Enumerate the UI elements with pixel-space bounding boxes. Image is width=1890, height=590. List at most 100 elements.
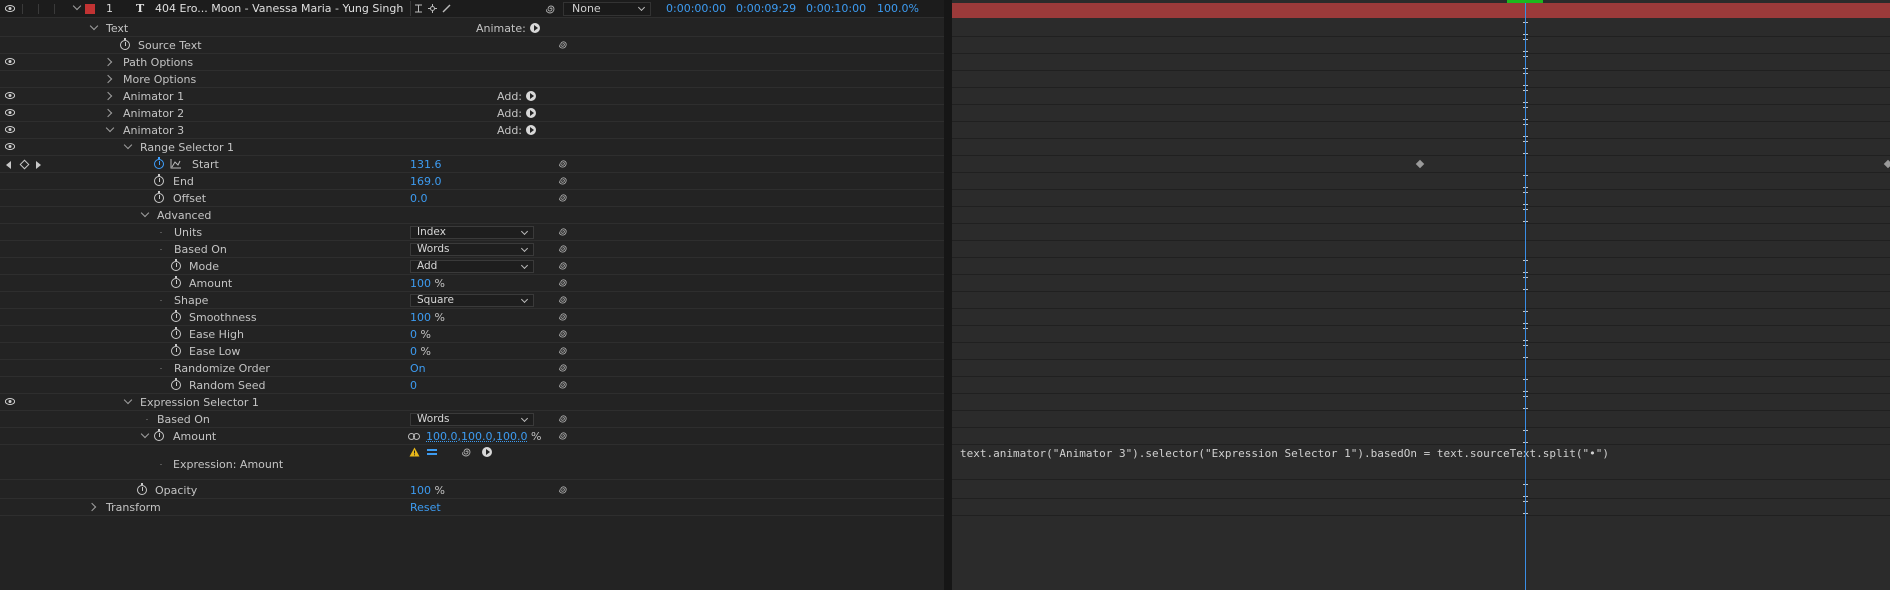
add-play-icon[interactable] [526,108,537,118]
randomize-toggle[interactable]: On [410,360,426,377]
opacity-value[interactable]: 100 % [410,482,445,499]
add-play-icon[interactable] [526,125,537,135]
stopwatch-icon[interactable] [137,483,147,495]
visibility-eye-icon[interactable] [5,58,15,65]
pickwhip-icon[interactable] [559,295,568,304]
quality-switch-icon[interactable] [428,4,437,13]
expr-based-on-row[interactable]: Based On Words [0,411,944,428]
animator-3-row[interactable]: Animator 3 Add: [0,122,944,139]
animator-2-row[interactable]: Animator 2 Add: [0,105,944,122]
pickwhip-icon[interactable] [559,414,568,423]
random-seed-value[interactable]: 0 [410,377,417,394]
timeline-row[interactable] [952,224,1890,241]
animate-play-icon[interactable] [529,23,540,33]
stopwatch-icon[interactable] [171,310,181,322]
pickwhip-icon[interactable] [559,346,568,355]
visibility-eye-icon[interactable] [5,126,15,133]
pickwhip-icon[interactable] [559,244,568,253]
ease-high-value[interactable]: 0 % [410,326,431,343]
timeline-row[interactable] [952,122,1890,139]
animator-1-row[interactable]: Animator 1 Add: [0,88,944,105]
stretch[interactable]: 100.0% [877,0,919,17]
pickwhip-icon[interactable] [559,227,568,236]
solo-switch-slot[interactable] [38,4,39,14]
stopwatch-icon[interactable] [154,429,164,441]
range-selector-row[interactable]: Range Selector 1 [0,139,944,156]
timeline-row[interactable] [952,241,1890,258]
next-keyframe-icon[interactable] [36,161,41,169]
smoothness-value[interactable]: 100 % [410,309,445,326]
timeline-row[interactable] [952,360,1890,377]
based-on-row[interactable]: Based On Words [0,241,944,258]
ease-high-row[interactable]: Ease High 0 % [0,326,944,343]
units-row[interactable]: Units Index [0,224,944,241]
random-seed-row[interactable]: Random Seed 0 [0,377,944,394]
timeline-row[interactable] [952,343,1890,360]
pickwhip-icon[interactable] [559,159,568,168]
twirl-closed-icon[interactable] [103,108,113,118]
timeline-row[interactable] [952,156,1890,173]
mode-row[interactable]: Mode Add [0,258,944,275]
add-menu[interactable]: Add: [497,105,537,122]
twirl-closed-icon[interactable] [103,74,113,84]
timeline-row[interactable] [952,105,1890,122]
warning-icon[interactable] [409,447,420,457]
keyframe-diamond-icon[interactable] [1415,159,1425,169]
pickwhip-icon[interactable] [546,4,556,14]
timeline-row[interactable] [952,54,1890,71]
twirl-open-icon[interactable] [140,429,150,439]
timeline-row[interactable] [952,207,1890,224]
stopwatch-icon[interactable] [154,191,164,203]
pickwhip-icon[interactable] [559,380,568,389]
end-value[interactable]: 169.0 [410,173,442,190]
visibility-eye-icon[interactable] [5,5,15,12]
pickwhip-icon[interactable] [559,485,568,494]
twirl-closed-icon[interactable] [87,502,97,512]
expression-pickwhip-icon[interactable] [462,447,472,457]
timeline-row[interactable] [952,139,1890,156]
expr-amount-row[interactable]: Amount 100.0,100.0,100.0 % [0,428,944,445]
expression-editor[interactable]: text.animator("Animator 3").selector("Ex… [960,445,1609,462]
units-dropdown[interactable]: Index [410,226,534,239]
source-text-row[interactable]: Source Text [0,37,944,54]
layer-name[interactable]: 404 Ero... Moon - Vanessa Maria - Yung S… [155,0,403,17]
stopwatch-icon[interactable] [171,327,181,339]
timeline-row[interactable] [952,37,1890,54]
timeline-row[interactable] [952,275,1890,292]
duration[interactable]: 0:00:10:00 [806,0,866,17]
ease-low-value[interactable]: 0 % [410,343,431,360]
timeline-row[interactable] [952,499,1890,516]
timeline-row[interactable] [952,428,1890,445]
visibility-eye-icon[interactable] [5,109,15,116]
based-on-dropdown[interactable]: Words [410,243,534,256]
timeline-row[interactable] [952,190,1890,207]
pickwhip-icon[interactable] [559,329,568,338]
randomize-order-row[interactable]: Randomize Order On [0,360,944,377]
stopwatch-icon[interactable] [154,174,164,186]
shape-row[interactable]: Shape Square [0,292,944,309]
mode-dropdown[interactable]: Add [410,260,534,273]
pickwhip-icon[interactable] [559,278,568,287]
twirl-open-icon[interactable] [140,208,150,218]
amount-row[interactable]: Amount 100 % [0,275,944,292]
amount-value[interactable]: 100 % [410,275,445,292]
visibility-eye-icon[interactable] [5,398,15,405]
pickwhip-icon[interactable] [559,176,568,185]
stopwatch-icon[interactable] [171,276,181,288]
expression-selector-row[interactable]: Expression Selector 1 [0,394,944,411]
stopwatch-icon[interactable] [120,38,130,50]
shape-dropdown[interactable]: Square [410,294,534,307]
start-value[interactable]: 131.6 [410,156,442,173]
current-time-indicator-head[interactable] [1507,0,1543,3]
twirl-open-icon[interactable] [105,123,115,133]
twirl-open-icon[interactable] [89,21,99,31]
stopwatch-icon[interactable] [171,259,181,271]
end-row[interactable]: End 169.0 [0,173,944,190]
smoothness-row[interactable]: Smoothness 100 % [0,309,944,326]
opacity-row[interactable]: Opacity 100 % [0,482,944,499]
timeline-row[interactable] [952,71,1890,88]
timeline-row[interactable] [952,482,1890,499]
add-keyframe-icon[interactable] [19,159,30,170]
pickwhip-icon[interactable] [559,40,568,49]
out-time[interactable]: 0:00:09:29 [736,0,796,17]
